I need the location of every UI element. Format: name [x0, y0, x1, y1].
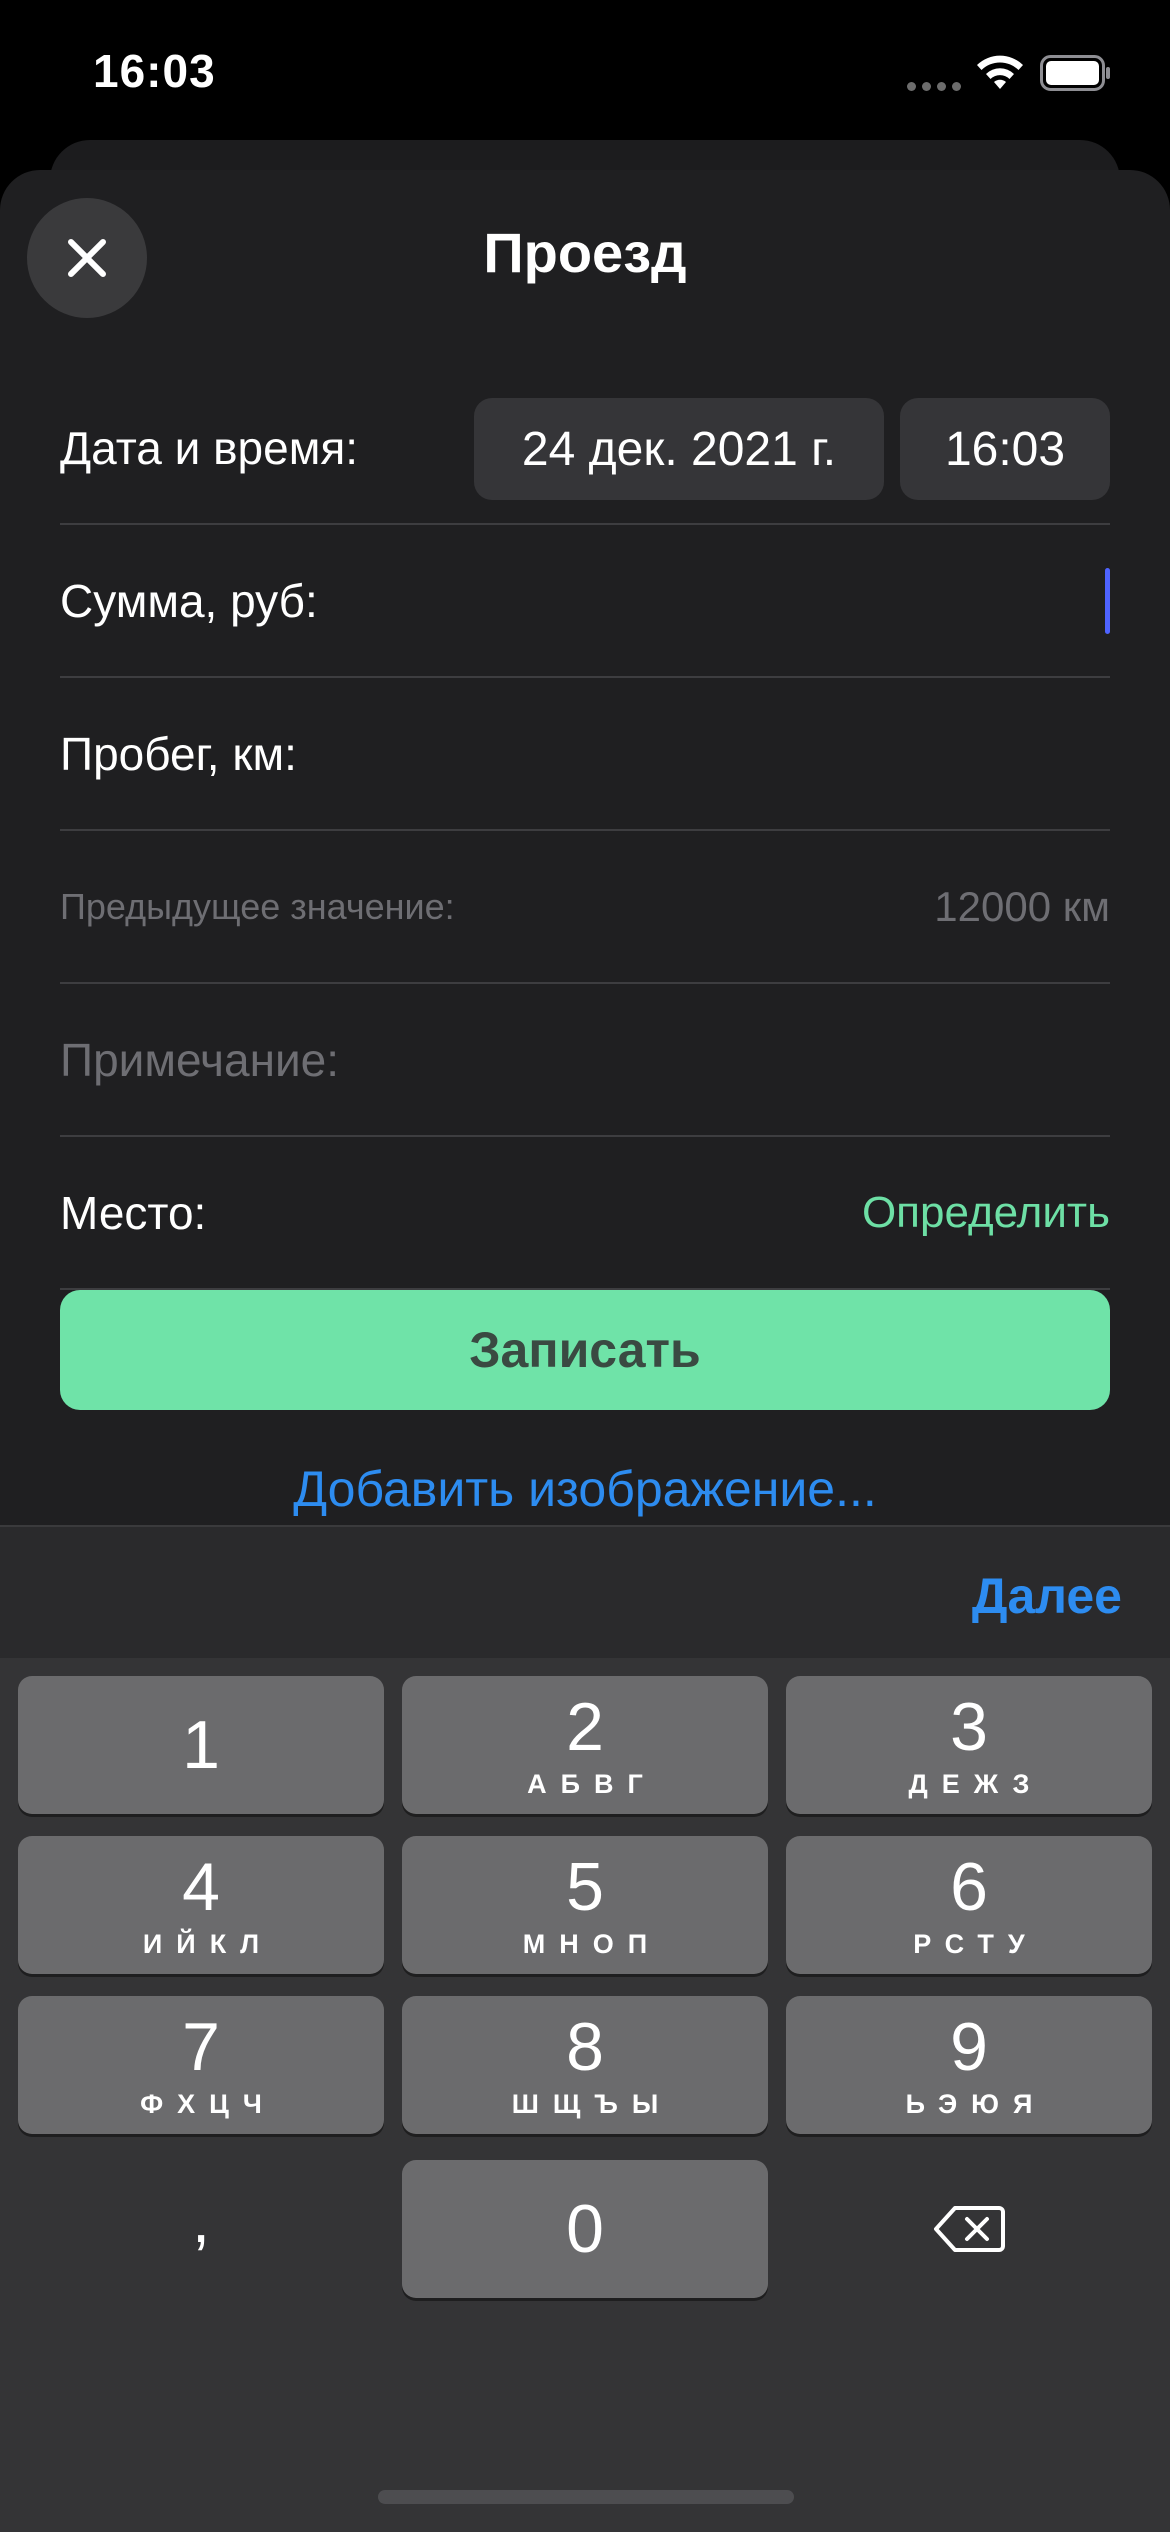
- key-comma[interactable]: ,: [18, 2160, 384, 2298]
- key-digit: 2: [566, 1689, 604, 1765]
- key-letters: ЬЭЮЯ: [905, 2089, 1047, 2119]
- backspace-button[interactable]: [786, 2160, 1152, 2298]
- status-bar: 16:03: [0, 0, 1170, 140]
- wifi-icon: [977, 55, 1023, 89]
- key-letters: ИЙКЛ: [142, 1929, 274, 1959]
- amount-label: Сумма, руб:: [60, 574, 318, 627]
- key-5[interactable]: 5 МНОП: [402, 1836, 768, 1974]
- key-digit: 5: [566, 1849, 604, 1925]
- key-9[interactable]: 9 ЬЭЮЯ: [786, 1996, 1152, 2134]
- date-picker-button[interactable]: 24 дек. 2021 г.: [474, 398, 884, 500]
- datetime-label: Дата и время:: [60, 421, 359, 474]
- save-button[interactable]: Записать: [60, 1290, 1110, 1410]
- key-digit: 9: [950, 2009, 988, 2085]
- key-letters: ФХЦЧ: [140, 2089, 276, 2119]
- key-3[interactable]: 3 ДЕЖЗ: [786, 1676, 1152, 1814]
- key-letters: РСТУ: [913, 1929, 1039, 1959]
- key-8[interactable]: 8 ШЩЪЫ: [402, 1996, 768, 2134]
- key-1[interactable]: 1: [18, 1676, 384, 1814]
- numeric-keyboard: 1 2 АБВГ 3 ДЕЖЗ 4 ИЙКЛ 5 МНОП 6 РСТУ 7 Ф…: [0, 1658, 1170, 2532]
- battery-icon: [1040, 55, 1110, 91]
- key-digit: 1: [182, 1707, 220, 1783]
- key-letters: МНОП: [522, 1929, 662, 1959]
- key-digit: 3: [950, 1689, 988, 1765]
- previous-value: 12000 км: [934, 882, 1110, 930]
- home-indicator: [378, 2490, 794, 2504]
- key-2[interactable]: 2 АБВГ: [402, 1676, 768, 1814]
- key-6[interactable]: 6 РСТУ: [786, 1836, 1152, 1974]
- note-placeholder: Примечание:: [60, 1033, 340, 1086]
- keyboard-accessory-bar: Далее: [0, 1525, 1170, 1658]
- key-digit: 7: [182, 2009, 220, 2085]
- key-0[interactable]: 0: [402, 2160, 768, 2298]
- key-digit: 8: [566, 2009, 604, 2085]
- key-7[interactable]: 7 ФХЦЧ: [18, 1996, 384, 2134]
- text-cursor: [1105, 568, 1110, 634]
- mileage-label: Пробег, км:: [60, 727, 297, 780]
- mileage-row[interactable]: Пробег, км:: [60, 678, 1110, 831]
- previous-value-label: Предыдущее значение:: [60, 885, 455, 927]
- next-button[interactable]: Далее: [972, 1567, 1122, 1625]
- key-4[interactable]: 4 ИЙКЛ: [18, 1836, 384, 1974]
- key-letters: ШЩЪЫ: [511, 2089, 673, 2119]
- previous-value-row: Предыдущее значение: 12000 км: [60, 831, 1110, 984]
- key-digit: 4: [182, 1849, 220, 1925]
- note-field[interactable]: Примечание:: [60, 984, 1110, 1137]
- key-digit: 6: [950, 1849, 988, 1925]
- key-letters: АБВГ: [527, 1769, 657, 1799]
- datetime-row: Дата и время: 24 дек. 2021 г. 16:03: [60, 372, 1110, 525]
- place-label: Место:: [60, 1186, 207, 1239]
- time-picker-button[interactable]: 16:03: [900, 398, 1110, 500]
- detect-location-button[interactable]: Определить: [862, 1188, 1110, 1238]
- amount-row[interactable]: Сумма, руб:: [60, 525, 1110, 678]
- place-row: Место: Определить: [60, 1137, 1110, 1290]
- add-image-link[interactable]: Добавить изображение...: [0, 1460, 1170, 1518]
- backspace-icon: [934, 2206, 1005, 2252]
- key-digit: 0: [566, 2191, 604, 2267]
- status-time: 16:03: [93, 45, 216, 97]
- key-letters: ДЕЖЗ: [908, 1769, 1044, 1799]
- cellular-signal-icon: [907, 82, 961, 92]
- page-title: Проезд: [483, 221, 687, 284]
